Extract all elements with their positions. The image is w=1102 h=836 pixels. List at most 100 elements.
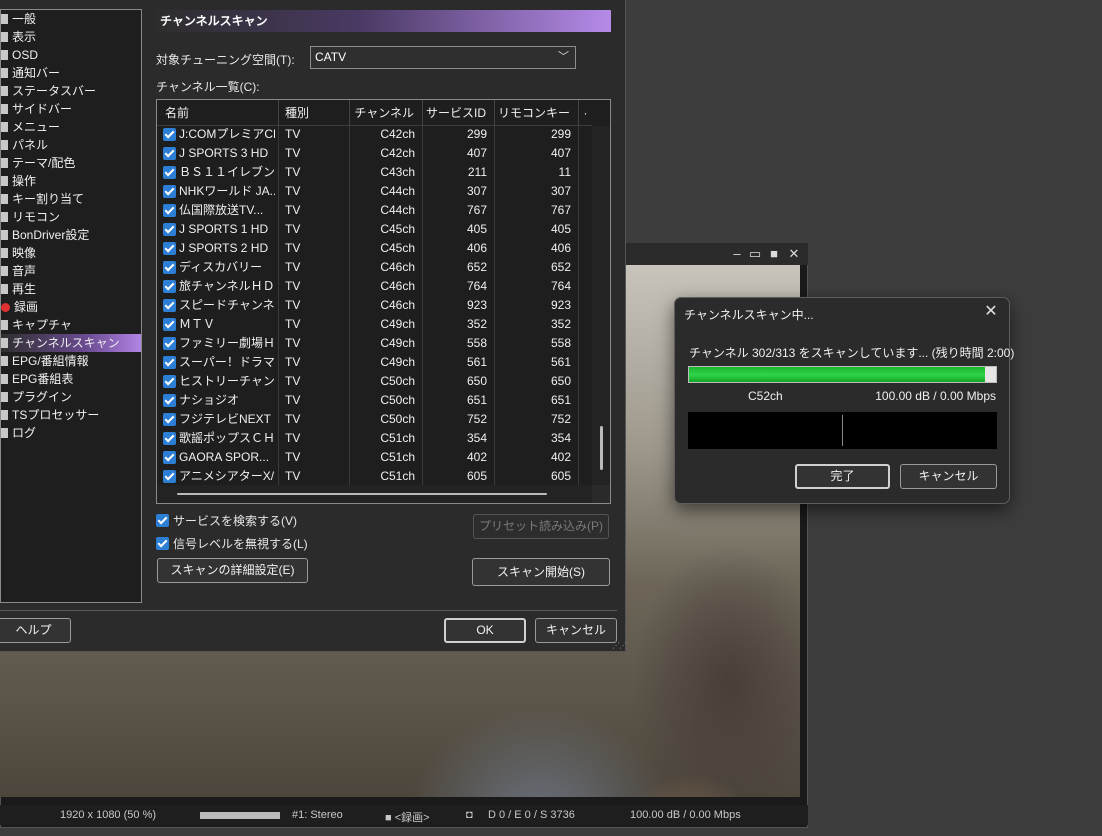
horizontal-scrollbar[interactable] bbox=[157, 485, 594, 503]
row-checkbox[interactable] bbox=[163, 356, 176, 369]
category-item[interactable]: 映像 bbox=[1, 244, 141, 262]
table-row[interactable]: 旅チャンネルＨＤ TV C46ch 764 764 bbox=[157, 277, 592, 296]
column-header-service-id[interactable]: サービスID bbox=[423, 100, 495, 126]
table-row[interactable]: ディスカバリー TV C46ch 652 652 bbox=[157, 258, 592, 277]
category-item[interactable]: ステータスバー bbox=[1, 82, 141, 100]
row-checkbox[interactable] bbox=[163, 299, 176, 312]
column-header-type[interactable]: 種別 bbox=[279, 100, 350, 126]
close-icon[interactable]: ✕ bbox=[981, 302, 1001, 322]
column-header-channel[interactable]: チャンネル bbox=[350, 100, 423, 126]
camera-icon[interactable]: ◘ bbox=[466, 809, 473, 821]
help-button[interactable]: ヘルプ bbox=[0, 618, 71, 643]
row-checkbox[interactable] bbox=[163, 223, 176, 236]
table-row[interactable]: ＭＴＶ TV C49ch 352 352 bbox=[157, 315, 592, 334]
row-checkbox[interactable] bbox=[163, 261, 176, 274]
table-row[interactable]: フジテレビNEXT TV C50ch 752 752 bbox=[157, 410, 592, 429]
table-row[interactable]: 歌謡ポップスＣＨ TV C51ch 354 354 bbox=[157, 429, 592, 448]
ok-button[interactable]: OK bbox=[444, 618, 526, 643]
cell-name: J SPORTS 1 HD bbox=[179, 222, 269, 236]
table-row[interactable]: ナショジオ TV C50ch 651 651 bbox=[157, 391, 592, 410]
vertical-scrollbar[interactable] bbox=[592, 126, 610, 488]
category-item[interactable]: チャンネルスキャン bbox=[1, 334, 141, 352]
scroll-thumb[interactable] bbox=[177, 493, 547, 495]
row-checkbox[interactable] bbox=[163, 451, 176, 464]
table-row[interactable]: J SPORTS 3 HD TV C42ch 407 407 bbox=[157, 144, 592, 163]
minimize-icon[interactable]: – bbox=[729, 246, 745, 262]
table-row[interactable]: スーパー！ドラマ... TV C49ch 561 561 bbox=[157, 353, 592, 372]
signal-marker bbox=[842, 415, 843, 446]
row-checkbox[interactable] bbox=[163, 147, 176, 160]
scan-start-button[interactable]: スキャン開始(S) bbox=[472, 558, 610, 586]
row-checkbox[interactable] bbox=[163, 470, 176, 483]
category-item[interactable]: TSプロセッサー bbox=[1, 406, 141, 424]
category-item[interactable]: キー割り当て bbox=[1, 190, 141, 208]
category-item[interactable]: 録画 bbox=[1, 298, 141, 316]
category-item[interactable]: プラグイン bbox=[1, 388, 141, 406]
close-icon[interactable]: ✕ bbox=[786, 246, 802, 262]
channel-table[interactable]: 名前 種別 チャンネル サービスID リモコンキー · J:COMプレミアCH T… bbox=[156, 99, 611, 504]
row-checkbox[interactable] bbox=[163, 394, 176, 407]
tuning-space-select[interactable]: CATV ﹀ bbox=[310, 46, 576, 69]
category-item[interactable]: テーマ/配色 bbox=[1, 154, 141, 172]
scroll-thumb[interactable] bbox=[600, 426, 603, 470]
category-item[interactable]: BonDriver設定 bbox=[1, 226, 141, 244]
resize-grip-icon[interactable]: ⋰⋰ bbox=[612, 641, 627, 650]
table-row[interactable]: 仏国際放送TV... TV C44ch 767 767 bbox=[157, 201, 592, 220]
cell-channel: C49ch bbox=[380, 355, 415, 369]
category-item[interactable]: EPG番組表 bbox=[1, 370, 141, 388]
category-item[interactable]: キャプチャ bbox=[1, 316, 141, 334]
category-label: パネル bbox=[12, 138, 49, 152]
theme-icon bbox=[1, 158, 8, 168]
category-item[interactable]: 操作 bbox=[1, 172, 141, 190]
table-row[interactable]: J SPORTS 2 HD TV C45ch 406 406 bbox=[157, 239, 592, 258]
category-list[interactable]: 一般 表示 OSD 通知バー ステータスバー サイドバー メニューパネルテーマ/配色操作キー… bbox=[0, 9, 142, 603]
category-item[interactable]: メニュー bbox=[1, 118, 141, 136]
category-item[interactable]: EPG/番組情報 bbox=[1, 352, 141, 370]
record-status[interactable]: ■ <録画> bbox=[385, 809, 430, 825]
row-checkbox[interactable] bbox=[163, 166, 176, 179]
row-checkbox[interactable] bbox=[163, 242, 176, 255]
table-row[interactable]: ＢＳ１１イレブン TV C43ch 211 11 bbox=[157, 163, 592, 182]
category-item[interactable]: ログ bbox=[1, 424, 141, 442]
done-button[interactable]: 完了 bbox=[795, 464, 890, 489]
maximize-icon[interactable]: ■ bbox=[766, 246, 782, 262]
restore-icon[interactable]: ▭ bbox=[747, 246, 763, 262]
table-row[interactable]: アニメシアターX/... TV C51ch 605 605 bbox=[157, 467, 592, 486]
preset-load-button[interactable]: プリセット読み込み(P) bbox=[473, 514, 609, 539]
category-item[interactable]: 音声 bbox=[1, 262, 141, 280]
scan-cancel-button[interactable]: キャンセル bbox=[900, 464, 997, 489]
row-checkbox[interactable] bbox=[163, 413, 176, 426]
table-row[interactable]: ファミリー劇場ＨＤ TV C49ch 558 558 bbox=[157, 334, 592, 353]
category-item[interactable]: 再生 bbox=[1, 280, 141, 298]
table-row[interactable]: GAORA SPOR... TV C51ch 402 402 bbox=[157, 448, 592, 467]
category-label: 操作 bbox=[12, 174, 37, 188]
row-checkbox[interactable] bbox=[163, 318, 176, 331]
category-item[interactable]: サイドバー bbox=[1, 100, 141, 118]
row-checkbox[interactable] bbox=[163, 204, 176, 217]
category-item[interactable]: 通知バー bbox=[1, 64, 141, 82]
ignore-signal-checkbox[interactable]: 信号レベルを無視する(L) bbox=[156, 535, 308, 553]
cancel-button[interactable]: キャンセル bbox=[535, 618, 617, 643]
row-checkbox[interactable] bbox=[163, 280, 176, 293]
search-services-checkbox[interactable]: サービスを検索する(V) bbox=[156, 512, 297, 530]
table-row[interactable]: スピードチャンネル TV C46ch 923 923 bbox=[157, 296, 592, 315]
row-checkbox[interactable] bbox=[163, 375, 176, 388]
row-checkbox[interactable] bbox=[163, 128, 176, 141]
row-checkbox[interactable] bbox=[163, 185, 176, 198]
category-item[interactable]: OSD bbox=[1, 46, 141, 64]
row-checkbox[interactable] bbox=[163, 432, 176, 445]
category-item[interactable]: 一般 bbox=[1, 10, 141, 28]
category-item[interactable]: パネル bbox=[1, 136, 141, 154]
category-item[interactable]: 表示 bbox=[1, 28, 141, 46]
scan-details-button[interactable]: スキャンの詳細設定(E) bbox=[157, 558, 308, 583]
category-item[interactable]: リモコン bbox=[1, 208, 141, 226]
column-header-remote-key[interactable]: リモコンキー bbox=[495, 100, 579, 126]
volume-meter[interactable] bbox=[200, 812, 280, 819]
table-row[interactable]: NHKワールド JA... TV C44ch 307 307 bbox=[157, 182, 592, 201]
table-row[interactable]: J:COMプレミアCH TV C42ch 299 299 bbox=[157, 125, 592, 144]
column-header-more[interactable]: · bbox=[579, 100, 592, 126]
table-row[interactable]: ヒストリーチャンネル TV C50ch 650 650 bbox=[157, 372, 592, 391]
row-checkbox[interactable] bbox=[163, 337, 176, 350]
table-row[interactable]: J SPORTS 1 HD TV C45ch 405 405 bbox=[157, 220, 592, 239]
column-header-name[interactable]: 名前 bbox=[157, 100, 279, 126]
